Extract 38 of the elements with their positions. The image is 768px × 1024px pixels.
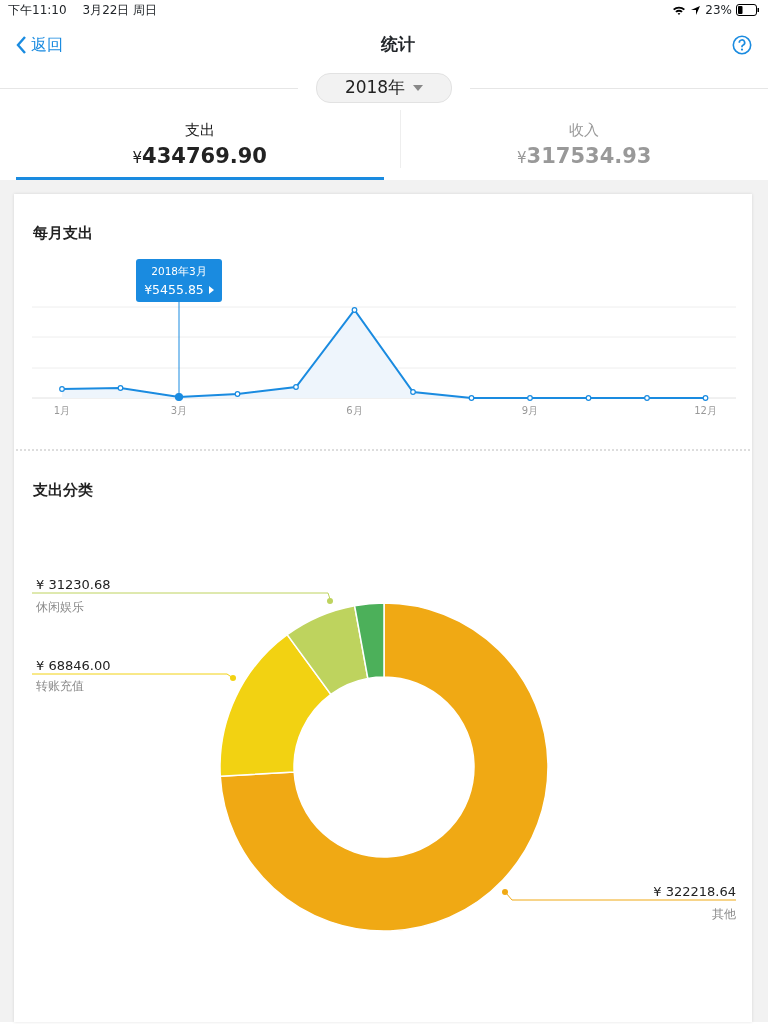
tooltip: 2018年3月 ¥5455.85	[136, 258, 222, 302]
section-title: 每月支出	[32, 223, 93, 244]
axis-label: 1月	[53, 404, 71, 416]
axis-label: 9月	[521, 404, 539, 416]
help-icon[interactable]	[732, 35, 752, 55]
axis-label: 6月	[346, 404, 363, 416]
slice-value: ¥ 68846.00	[36, 658, 111, 673]
chart-point[interactable]	[468, 394, 475, 401]
slice-value: ¥ 322218.64	[653, 884, 736, 899]
chart-point[interactable]	[117, 384, 124, 391]
chart-point[interactable]	[59, 385, 65, 392]
slice-value: ¥ 31230.68	[36, 577, 111, 592]
axis-label: 12月	[694, 404, 717, 416]
back-button[interactable]: 返回	[16, 33, 63, 57]
slice-label: 休闲娱乐	[36, 600, 84, 614]
axis-label: 3月	[170, 404, 188, 416]
year-dropdown[interactable]: 2018年	[315, 73, 453, 103]
caret-icon	[413, 85, 424, 91]
back-chevron-icon	[16, 36, 27, 54]
chart-point[interactable]	[293, 383, 299, 390]
battery-icon	[736, 4, 760, 16]
chart-point[interactable]	[351, 306, 358, 313]
chart-point[interactable]	[585, 394, 592, 401]
slice-label: 其他	[712, 907, 736, 921]
status-date: 3月22日 周日	[82, 2, 158, 19]
chart-point[interactable]	[234, 390, 241, 397]
chart-point[interactable]	[410, 388, 416, 395]
wifi-icon	[672, 4, 687, 16]
battery-percent: 23%	[705, 2, 732, 19]
location-arrow-icon	[690, 4, 702, 16]
chart-point[interactable]	[174, 392, 184, 401]
status-time: 下午11:10	[8, 2, 67, 19]
slice-label: 转账充值	[36, 679, 84, 693]
chart-point[interactable]	[702, 394, 709, 401]
chart-point[interactable]	[527, 394, 533, 401]
section-title: 支出分类	[32, 479, 93, 501]
chart-point[interactable]	[644, 394, 650, 401]
page-title: 统计	[380, 33, 415, 57]
